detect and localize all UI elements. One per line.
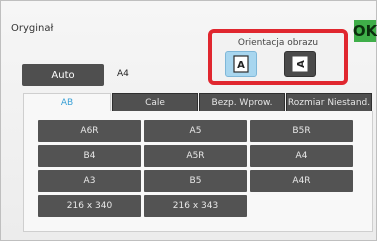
- original-settings-panel: Oryginał OK Orientacja obrazu A A Auto A…: [0, 0, 377, 241]
- svg-text:A: A: [237, 60, 245, 71]
- size-button-a4[interactable]: A4: [250, 145, 353, 167]
- size-button-216x343[interactable]: 216 x 343: [144, 195, 247, 217]
- size-button-a6r[interactable]: A6R: [38, 120, 141, 142]
- ok-button[interactable]: OK: [353, 20, 377, 42]
- tab-bezp-wprow[interactable]: Bezp. Wprow.: [199, 93, 285, 112]
- paper-size-grid: A6R A5 B5R B4 A5R A4 A3 B5 A4R 216 x 340…: [38, 120, 353, 217]
- size-button-b5[interactable]: B5: [144, 170, 247, 192]
- image-orientation-label: Orientacja obrazu: [237, 38, 319, 48]
- tab-cale[interactable]: Cale: [112, 93, 198, 112]
- size-button-a3[interactable]: A3: [38, 170, 141, 192]
- tab-rozmiar-niestand[interactable]: Rozmiar Niestand.: [286, 93, 372, 112]
- size-button-a4r[interactable]: A4R: [250, 170, 353, 192]
- portrait-orientation-button[interactable]: A: [225, 51, 257, 77]
- tab-ab[interactable]: AB: [23, 93, 111, 112]
- current-size-value: A4: [117, 69, 129, 79]
- size-button-b5r[interactable]: B5R: [250, 120, 353, 142]
- panel-title: Oryginał: [11, 23, 54, 34]
- size-button-a5[interactable]: A5: [144, 120, 247, 142]
- svg-text:A: A: [296, 60, 307, 68]
- auto-size-button[interactable]: Auto: [22, 64, 104, 86]
- image-orientation-group: Orientacja obrazu A A: [208, 29, 348, 85]
- size-button-216x340[interactable]: 216 x 340: [38, 195, 141, 217]
- landscape-orientation-button[interactable]: A: [284, 51, 316, 77]
- size-button-b4[interactable]: B4: [38, 145, 141, 167]
- portrait-a-icon: A: [233, 55, 249, 73]
- size-button-a5r[interactable]: A5R: [144, 145, 247, 167]
- size-category-tabs: AB Cale Bezp. Wprow. Rozmiar Niestand.: [23, 93, 373, 112]
- landscape-a-icon: A: [292, 56, 308, 72]
